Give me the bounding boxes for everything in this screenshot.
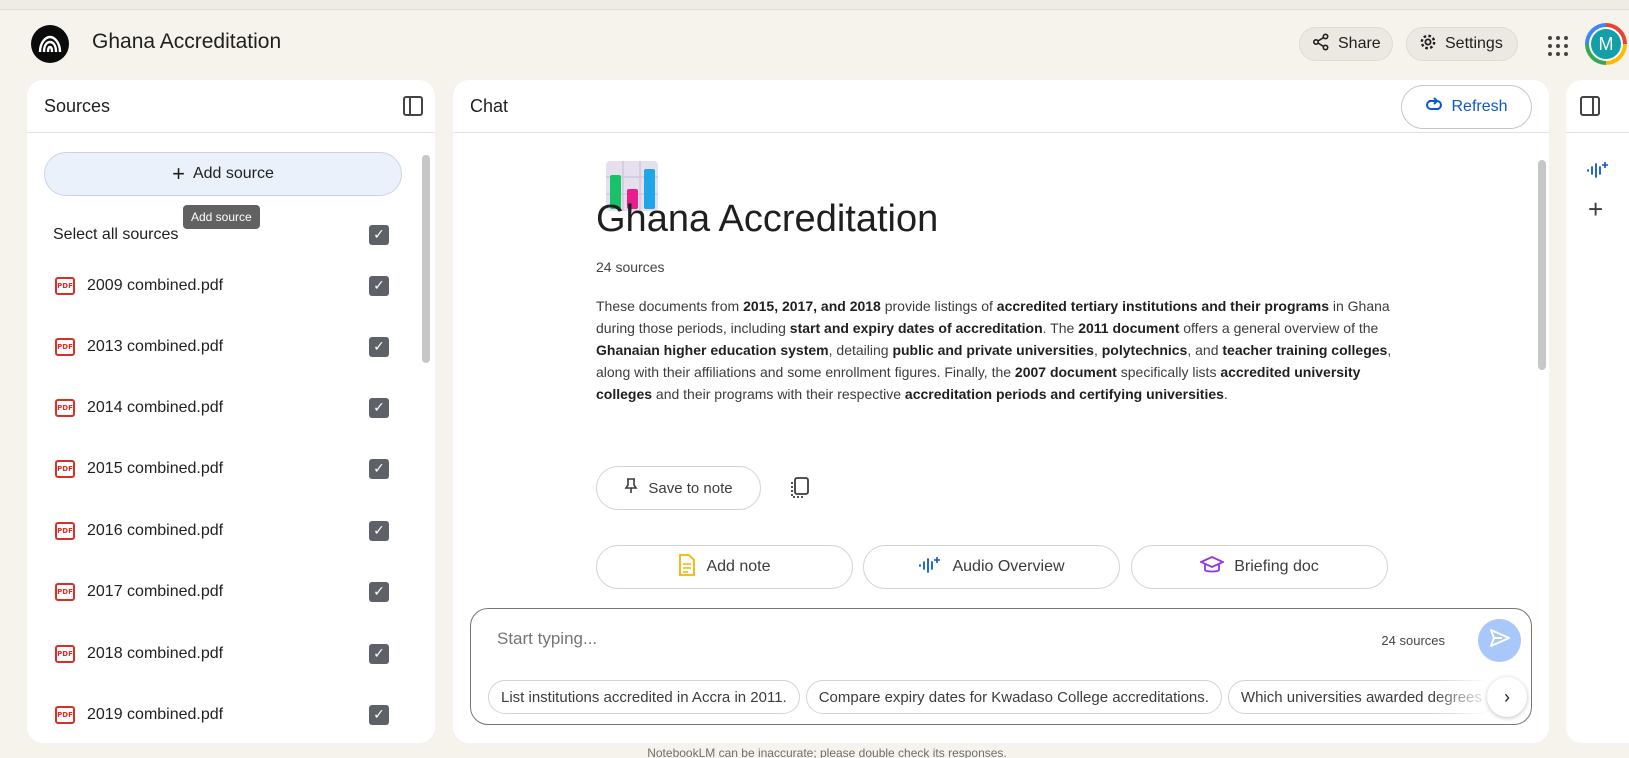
share-label: Share bbox=[1338, 35, 1381, 52]
chat-panel: Chat Refresh Ghana Accreditation 24 sour… bbox=[453, 80, 1549, 743]
source-label: 2016 combined.pdf bbox=[87, 522, 224, 539]
suggestion-chip[interactable]: Compare expiry dates for Kwadaso College… bbox=[805, 680, 1222, 714]
add-note-button[interactable]: Add note bbox=[596, 545, 853, 589]
source-label: 2013 combined.pdf bbox=[87, 338, 224, 355]
pdf-icon: PDF bbox=[55, 277, 75, 295]
select-all-row[interactable]: Select all sources ✓ bbox=[27, 215, 407, 255]
avatar-letter: M bbox=[1589, 27, 1623, 61]
pdf-icon: PDF bbox=[55, 645, 75, 663]
chat-composer: 24 sources List institutions accredited … bbox=[470, 608, 1532, 725]
audio-overview-button[interactable]: Audio Overview bbox=[863, 545, 1120, 589]
source-checkbox[interactable]: ✓ bbox=[369, 398, 389, 418]
pdf-icon: PDF bbox=[55, 460, 75, 478]
refresh-label: Refresh bbox=[1451, 98, 1508, 115]
audio-waveform-icon[interactable] bbox=[1586, 160, 1610, 185]
pdf-icon: PDF bbox=[55, 399, 75, 417]
composer-source-count: 24 sources bbox=[1381, 633, 1445, 648]
source-item[interactable]: PDF 2016 combined.pdf ✓ bbox=[27, 511, 407, 551]
send-button[interactable] bbox=[1478, 619, 1521, 662]
source-item[interactable]: PDF 2014 combined.pdf ✓ bbox=[27, 388, 407, 428]
source-label: 2019 combined.pdf bbox=[87, 706, 224, 723]
source-label: 2017 combined.pdf bbox=[87, 583, 224, 600]
source-label: 2009 combined.pdf bbox=[87, 277, 224, 294]
source-checkbox[interactable]: ✓ bbox=[369, 521, 389, 541]
source-item[interactable]: PDF 2018 combined.pdf ✓ bbox=[27, 634, 407, 674]
sources-panel: Sources + Add source Add source Select a… bbox=[27, 80, 435, 743]
pdf-icon: PDF bbox=[55, 338, 75, 356]
plus-icon[interactable]: + bbox=[1588, 196, 1603, 222]
chips-fade bbox=[1431, 680, 1491, 714]
note-icon bbox=[678, 553, 696, 581]
source-item[interactable]: PDF 2017 combined.pdf ✓ bbox=[27, 572, 407, 612]
chat-title: Chat bbox=[470, 95, 509, 116]
sources-scrollbar[interactable] bbox=[422, 155, 430, 363]
select-all-checkbox[interactable]: ✓ bbox=[369, 225, 389, 245]
source-checkbox[interactable]: ✓ bbox=[369, 582, 389, 602]
select-all-label: Select all sources bbox=[53, 226, 179, 243]
share-button[interactable]: Share bbox=[1299, 27, 1393, 61]
pdf-icon: PDF bbox=[55, 706, 75, 724]
source-checkbox[interactable]: ✓ bbox=[369, 459, 389, 479]
briefing-doc-button[interactable]: Briefing doc bbox=[1131, 545, 1388, 589]
notebook-source-count: 24 sources bbox=[596, 259, 665, 275]
source-label: 2015 combined.pdf bbox=[87, 460, 224, 477]
suggestion-chip[interactable]: List institutions accredited in Accra in… bbox=[488, 680, 800, 714]
refresh-button[interactable]: Refresh bbox=[1401, 85, 1532, 129]
source-label: 2018 combined.pdf bbox=[87, 645, 224, 662]
source-checkbox[interactable]: ✓ bbox=[369, 705, 389, 725]
notebook-heading: Ghana Accreditation bbox=[596, 198, 939, 240]
browser-top-strip bbox=[0, 0, 1629, 10]
source-label: 2014 combined.pdf bbox=[87, 399, 224, 416]
suggestion-chips: List institutions accredited in Accra in… bbox=[488, 680, 1518, 714]
disclaimer: NotebookLM can be inaccurate; please dou… bbox=[647, 746, 1007, 758]
pdf-icon: PDF bbox=[55, 522, 75, 540]
studio-panel: + bbox=[1566, 80, 1629, 743]
plus-icon: + bbox=[172, 161, 185, 186]
send-icon bbox=[1489, 629, 1510, 652]
copy-icon[interactable] bbox=[789, 476, 811, 500]
chevron-right-icon[interactable]: › bbox=[1487, 677, 1527, 717]
settings-label: Settings bbox=[1445, 35, 1503, 52]
save-to-note-button[interactable]: Save to note bbox=[596, 466, 761, 510]
briefing-doc-label: Briefing doc bbox=[1234, 558, 1319, 575]
source-checkbox[interactable]: ✓ bbox=[369, 276, 389, 296]
notebook-summary: These documents from 2015, 2017, and 201… bbox=[596, 298, 1392, 402]
source-checkbox[interactable]: ✓ bbox=[369, 644, 389, 664]
chat-scrollbar[interactable] bbox=[1538, 160, 1546, 370]
sources-title: Sources bbox=[44, 95, 111, 116]
source-item[interactable]: PDF 2015 combined.pdf ✓ bbox=[27, 449, 407, 489]
save-to-note-label: Save to note bbox=[648, 479, 733, 497]
settings-button[interactable]: Settings bbox=[1406, 27, 1518, 61]
share-icon bbox=[1312, 32, 1330, 56]
audio-waveform-icon bbox=[918, 555, 942, 580]
notebook-title[interactable]: Ghana Accreditation bbox=[92, 30, 281, 54]
source-checkbox[interactable]: ✓ bbox=[369, 337, 389, 357]
chat-input[interactable] bbox=[497, 629, 1297, 649]
gear-icon bbox=[1419, 33, 1437, 56]
add-source-button[interactable]: + Add source bbox=[44, 152, 402, 196]
studio-header bbox=[1566, 80, 1629, 133]
notebooklm-logo-icon[interactable] bbox=[31, 25, 69, 63]
source-item[interactable]: PDF 2019 combined.pdf ✓ bbox=[27, 695, 407, 735]
refresh-icon bbox=[1425, 96, 1443, 119]
chat-header: Chat Refresh bbox=[453, 80, 1549, 133]
apps-grid-icon[interactable] bbox=[1542, 30, 1570, 58]
expand-studio-icon[interactable] bbox=[1580, 96, 1600, 116]
audio-overview-label: Audio Overview bbox=[952, 558, 1065, 575]
source-item[interactable]: PDF 2013 combined.pdf ✓ bbox=[27, 327, 407, 367]
graduation-cap-icon bbox=[1199, 555, 1226, 580]
add-note-label: Add note bbox=[706, 558, 771, 575]
sources-header: Sources bbox=[27, 80, 435, 133]
pdf-icon: PDF bbox=[55, 583, 75, 601]
avatar[interactable]: M bbox=[1585, 23, 1627, 65]
pin-icon bbox=[624, 478, 638, 498]
source-item[interactable]: PDF 2009 combined.pdf ✓ bbox=[27, 266, 407, 306]
add-source-label: Add source bbox=[192, 165, 274, 182]
collapse-sources-icon[interactable] bbox=[403, 96, 423, 116]
